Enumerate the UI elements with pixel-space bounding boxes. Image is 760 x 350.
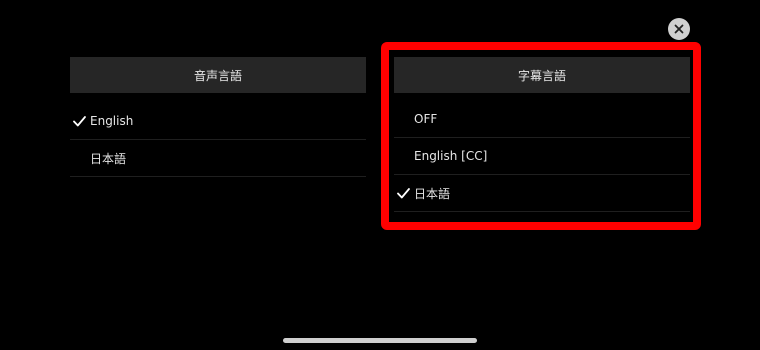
checkmark-icon	[397, 175, 410, 211]
audio-language-header: 音声言語	[70, 57, 366, 93]
subtitle-language-panel: 字幕言語 OFF English [CC] 日本語	[394, 57, 690, 212]
checkmark-icon	[73, 103, 86, 139]
subtitle-language-header: 字幕言語	[394, 57, 690, 93]
audio-language-panel: 音声言語 English 日本語	[70, 57, 366, 177]
audio-option-label: English	[90, 114, 134, 128]
audio-option-english[interactable]: English	[70, 103, 366, 140]
subtitle-option-english-cc[interactable]: English [CC]	[394, 138, 690, 175]
audio-option-japanese[interactable]: 日本語	[70, 140, 366, 177]
close-button[interactable]	[668, 18, 690, 40]
subtitle-option-label: OFF	[414, 112, 438, 126]
subtitle-option-off[interactable]: OFF	[394, 101, 690, 138]
subtitle-option-label: 日本語	[414, 186, 451, 201]
language-settings-screen: 音声言語 English 日本語 字幕言語 OFF English [CC] 日…	[0, 0, 760, 350]
subtitle-language-title: 字幕言語	[517, 68, 566, 83]
audio-language-title: 音声言語	[193, 68, 242, 83]
home-indicator[interactable]	[283, 338, 477, 343]
audio-option-label: 日本語	[90, 151, 127, 166]
close-icon	[674, 24, 684, 34]
subtitle-option-label: English [CC]	[414, 149, 488, 163]
subtitle-option-japanese[interactable]: 日本語	[394, 175, 690, 212]
